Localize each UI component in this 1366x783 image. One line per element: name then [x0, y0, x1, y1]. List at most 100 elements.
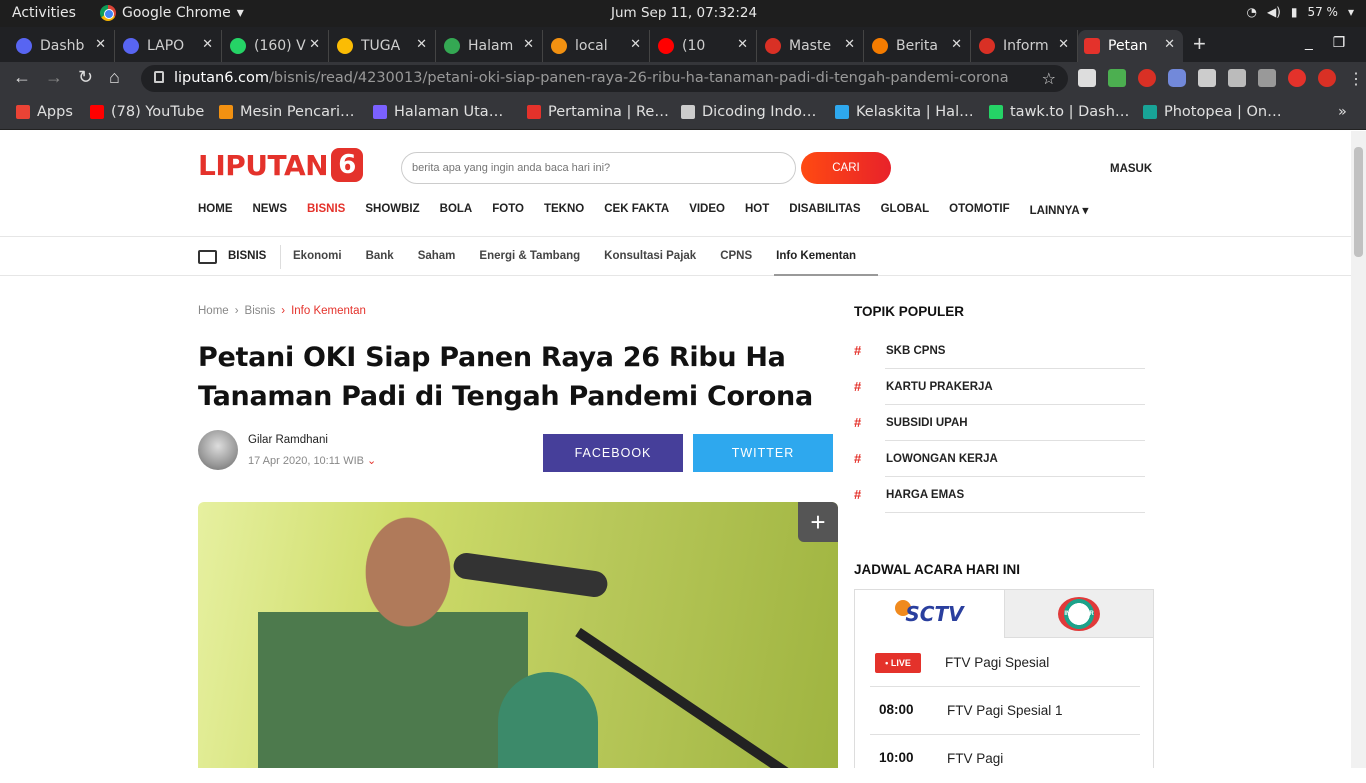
- clock[interactable]: Jum Sep 11, 07:32:24: [611, 5, 757, 21]
- nav-global[interactable]: GLOBAL: [881, 203, 930, 217]
- browser-tab[interactable]: Maste ✕: [759, 30, 864, 62]
- close-tab-icon[interactable]: ✕: [844, 37, 855, 52]
- minimize-icon[interactable]: _: [1305, 34, 1313, 51]
- popular-topic-item[interactable]: # SUBSIDI UPAH: [854, 415, 1145, 451]
- address-bar[interactable]: liputan6.com/bisnis/read/4230013/petani-…: [141, 65, 1068, 92]
- browser-tab[interactable]: TUGA ✕: [331, 30, 436, 62]
- nav-bola[interactable]: BOLA: [440, 203, 473, 217]
- nav-lainnya[interactable]: LAINNYA ▾: [1030, 203, 1089, 217]
- search-button[interactable]: CARI: [801, 152, 891, 184]
- tab-sctv[interactable]: SCTV: [855, 590, 1005, 638]
- subnav-saham[interactable]: Saham: [418, 250, 456, 262]
- section-title[interactable]: BISNIS: [228, 250, 266, 262]
- bookmark-dicoding[interactable]: Dicoding Indo…: [681, 104, 816, 120]
- active-browser-tab[interactable]: Petan ✕: [1078, 30, 1183, 62]
- nav-showbiz[interactable]: SHOWBIZ: [365, 203, 419, 217]
- subnav-ekonomi[interactable]: Ekonomi: [293, 250, 342, 262]
- close-tab-icon[interactable]: ✕: [1164, 37, 1175, 52]
- nav-cek-fakta[interactable]: CEK FAKTA: [604, 203, 669, 217]
- scrollbar[interactable]: [1351, 131, 1366, 768]
- home-icon[interactable]: ⌂: [109, 67, 120, 88]
- back-icon[interactable]: ←: [13, 67, 31, 88]
- bookmark-youtube[interactable]: (78) YouTube: [90, 104, 204, 120]
- bookmark-star-icon[interactable]: ☆: [1042, 69, 1056, 88]
- profile-avatar[interactable]: [1288, 69, 1306, 87]
- browser-tab[interactable]: Dashb ✕: [10, 30, 115, 62]
- menu-kebab-icon[interactable]: ⋮: [1348, 69, 1364, 89]
- bookmark-photopea[interactable]: Photopea | On…: [1143, 104, 1282, 120]
- camera-extension-icon[interactable]: [1198, 69, 1216, 87]
- chevron-down-icon[interactable]: ⌄: [367, 455, 376, 467]
- close-tab-icon[interactable]: ✕: [416, 37, 427, 52]
- browser-tab[interactable]: (10 ✕: [652, 30, 757, 62]
- subnav-bank[interactable]: Bank: [366, 250, 394, 262]
- breadcrumb-home[interactable]: Home: [198, 305, 229, 317]
- nav-video[interactable]: VIDEO: [689, 203, 725, 217]
- breadcrumb-bisnis[interactable]: Bisnis: [245, 305, 276, 317]
- bookmarks-overflow-icon[interactable]: »: [1338, 104, 1347, 120]
- popular-topic-item[interactable]: # LOWONGAN KERJA: [854, 451, 1145, 487]
- browser-tab[interactable]: Berita ✕: [866, 30, 971, 62]
- search-input[interactable]: [401, 152, 796, 184]
- close-tab-icon[interactable]: ✕: [630, 37, 641, 52]
- browser-tab[interactable]: (160) V ✕: [224, 30, 329, 62]
- activities-button[interactable]: Activities: [12, 5, 76, 21]
- nav-news[interactable]: NEWS: [253, 203, 288, 217]
- update-icon[interactable]: [1318, 69, 1336, 87]
- forward-icon[interactable]: →: [45, 67, 63, 88]
- bookmark-tawkto[interactable]: tawk.to | Dash…: [989, 104, 1129, 120]
- nav-foto[interactable]: FOTO: [492, 203, 524, 217]
- expand-photo-icon[interactable]: +: [798, 502, 838, 542]
- login-link[interactable]: MASUK: [1110, 163, 1152, 175]
- bookmark-apps[interactable]: Apps: [16, 104, 73, 120]
- puzzle-icon[interactable]: [1228, 69, 1246, 87]
- subnav-energi-tambang[interactable]: Energi & Tambang: [479, 250, 580, 262]
- restore-icon[interactable]: ❐: [1333, 34, 1346, 51]
- share-twitter-button[interactable]: TWITTER: [693, 434, 833, 472]
- extension-icon[interactable]: [1078, 69, 1096, 87]
- meet-extension-icon[interactable]: [1168, 69, 1186, 87]
- nav-tekno[interactable]: TEKNO: [544, 203, 584, 217]
- bookmark-kelaskita[interactable]: Kelaskita | Hal…: [835, 104, 974, 120]
- browser-tab[interactable]: Inform ✕: [973, 30, 1078, 62]
- subnav-konsultasi-pajak[interactable]: Konsultasi Pajak: [604, 250, 696, 262]
- nav-bisnis[interactable]: BISNIS: [307, 203, 345, 217]
- schedule-row[interactable]: 08:00 FTV Pagi Spesial 1: [855, 687, 1153, 735]
- nav-hot[interactable]: HOT: [745, 203, 769, 217]
- article-photo[interactable]: +: [198, 502, 838, 768]
- close-tab-icon[interactable]: ✕: [737, 37, 748, 52]
- schedule-row[interactable]: 10:00 FTV Pagi: [855, 735, 1153, 783]
- close-tab-icon[interactable]: ✕: [1058, 37, 1069, 52]
- reload-icon[interactable]: ↻: [78, 67, 93, 88]
- popular-topic-item[interactable]: # HARGA EMAS: [854, 487, 1145, 523]
- nav-home[interactable]: HOME: [198, 203, 233, 217]
- nav-otomotif[interactable]: OTOMOTIF: [949, 203, 1009, 217]
- close-tab-icon[interactable]: ✕: [951, 37, 962, 52]
- system-tray[interactable]: ◔ ◀) ▮ 57 % ▾: [1246, 5, 1354, 19]
- liputan6-logo[interactable]: LIPUTAN 6: [198, 148, 364, 182]
- close-tab-icon[interactable]: ✕: [523, 37, 534, 52]
- share-facebook-button[interactable]: FACEBOOK: [543, 434, 683, 472]
- close-tab-icon[interactable]: ✕: [95, 37, 106, 52]
- media-icon[interactable]: [1258, 69, 1276, 87]
- breadcrumb-info-kementan[interactable]: Info Kementan: [291, 305, 366, 317]
- scrollbar-thumb[interactable]: [1354, 147, 1363, 257]
- popular-topic-item[interactable]: # KARTU PRAKERJA: [854, 379, 1145, 415]
- close-tab-icon[interactable]: ✕: [309, 37, 320, 52]
- bookmark-mesin-pencari[interactable]: Mesin Pencari…: [219, 104, 355, 120]
- subnav-info-kementan[interactable]: Info Kementan: [776, 250, 856, 262]
- new-tab-button[interactable]: +: [1193, 31, 1206, 57]
- tab-indosiar[interactable]: INDOSIAR: [1005, 590, 1153, 638]
- schedule-row[interactable]: • LIVE FTV Pagi Spesial: [855, 639, 1153, 687]
- bookmark-halaman-utama[interactable]: Halaman Uta…: [373, 104, 503, 120]
- browser-tab[interactable]: LAPO ✕: [117, 30, 222, 62]
- author-name[interactable]: Gilar Ramdhani: [248, 434, 328, 446]
- app-menu[interactable]: Google Chrome ▾: [100, 5, 244, 21]
- subnav-cpns[interactable]: CPNS: [720, 250, 752, 262]
- bookmark-pertamina[interactable]: Pertamina | Re…: [527, 104, 669, 120]
- block-extension-icon[interactable]: [1138, 69, 1156, 87]
- browser-tab[interactable]: Halam ✕: [438, 30, 543, 62]
- close-tab-icon[interactable]: ✕: [202, 37, 213, 52]
- nav-disabilitas[interactable]: DISABILITAS: [789, 203, 860, 217]
- popular-topic-item[interactable]: # SKB CPNS: [854, 343, 1145, 379]
